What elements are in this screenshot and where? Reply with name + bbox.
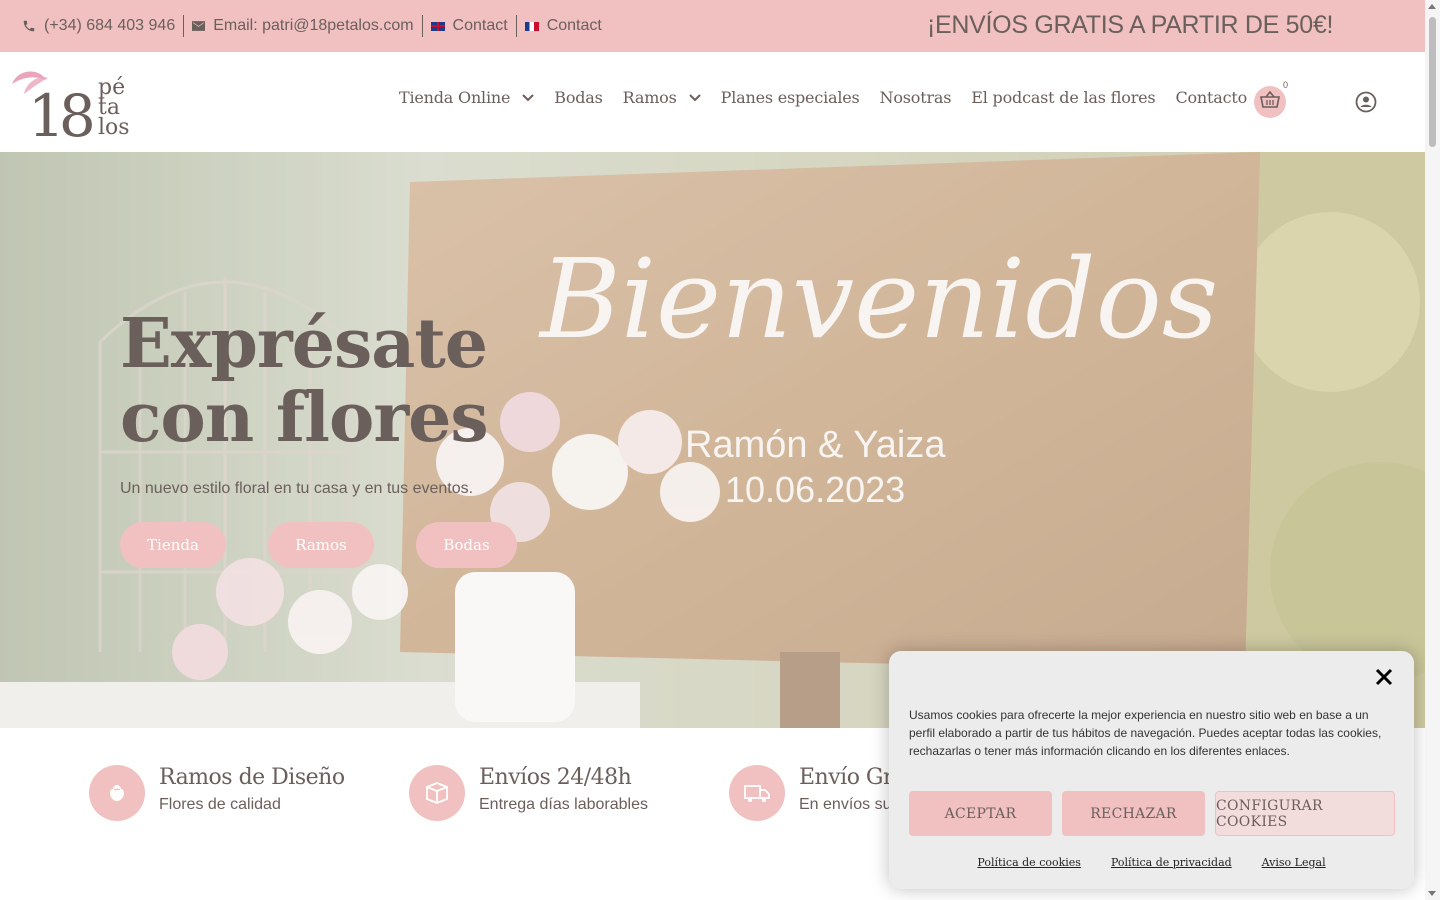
hero-subtitle: Un nuevo estilo floral en tu casa y en t… [120,480,474,497]
cart-count-badge: 0 [1282,80,1288,90]
scrollbar-thumb[interactable] [1429,17,1436,147]
cookie-policy-link[interactable]: Política de cookies [977,856,1081,869]
phone-link[interactable]: (+34) 684 403 946 [0,15,183,37]
flower-icon [89,765,145,821]
basket-icon [1260,90,1280,114]
main-nav: Tienda Online Bodas Ramos Planes especia… [399,88,1267,107]
box-icon [409,765,465,821]
contact-en-text: Contact [452,17,508,34]
contact-en-link[interactable]: Contact [421,15,516,37]
close-icon[interactable] [1374,667,1394,687]
cookie-message: Usamos cookies para ofrecerte la mejor e… [909,708,1382,758]
ramos-button[interactable]: Ramos [268,522,374,568]
scroll-down-arrow-icon[interactable] [1428,891,1436,896]
nav-item-planes-especiales[interactable]: Planes especiales [721,88,860,107]
bodas-button[interactable]: Bodas [416,522,517,568]
feature-subtitle: Flores de calidad [159,796,281,813]
nav-item-podcast[interactable]: El podcast de las flores [971,88,1155,107]
nav-item-tienda-online[interactable]: Tienda Online [399,88,534,107]
top-bar: (+34) 684 403 946 Email: patri@18petalos… [0,0,1425,52]
truck-icon [729,765,785,821]
nav-item-contacto[interactable]: Contacto [1175,88,1247,107]
nav-item-label: El podcast de las flores [971,88,1156,107]
logo-number: 18 [28,82,92,140]
uk-flag-icon [430,21,445,31]
nav-item-label: Tienda Online [399,88,511,107]
legal-notice-link[interactable]: Aviso Legal [1262,856,1326,869]
phone-text: (+34) 684 403 946 [44,17,176,34]
privacy-policy-link[interactable]: Política de privacidad [1111,856,1232,869]
nav-item-label: Contacto [1175,88,1248,107]
feature-title: Envío Gr [799,765,894,790]
email-link[interactable]: Email: patri@18petalos.com [183,15,421,37]
page-scrollbar[interactable] [1425,0,1440,900]
feature-envio-gratis: Envío Gr En envíos su [729,765,894,821]
scroll-up-arrow-icon[interactable] [1428,4,1436,9]
nav-item-bodas[interactable]: Bodas [554,88,603,107]
cookie-consent-banner: Usamos cookies para ofrecerte la mejor e… [889,651,1414,889]
feature-subtitle: Entrega días laborables [479,796,648,813]
nav-item-label: Nosotras [879,88,952,107]
site-header: 18 pé ta los Tienda Online Bodas Ramos P… [0,52,1425,152]
email-text: Email: patri@18petalos.com [213,17,414,34]
cart-button[interactable]: 0 [1254,80,1288,118]
chevron-down-icon[interactable] [688,93,701,102]
feature-subtitle: En envíos su [799,796,892,813]
logo-line-3: los [98,115,130,140]
nav-item-label: Ramos [622,88,677,107]
nav-item-label: Planes especiales [720,88,860,107]
feature-ramos: Ramos de Diseño Flores de calidad [89,765,345,821]
feature-envios: Envíos 24/48h Entrega días laborables [409,765,648,821]
cookie-links: Política de cookies Política de privacid… [889,856,1414,869]
configure-cookies-button[interactable]: CONFIGURAR COOKIES [1215,791,1395,836]
accept-cookies-button[interactable]: ACEPTAR [909,791,1052,836]
envelope-icon [192,21,206,31]
tienda-button[interactable]: Tienda [120,522,226,568]
reject-cookies-button[interactable]: RECHAZAR [1062,791,1205,836]
free-shipping-promo: ¡ENVÍOS GRATIS A PARTIR DE 50€! [927,11,1334,39]
hero-banner: Bienvenidos Ramón & Yaiza 10.06.2023 Exp… [0,152,1425,728]
feature-title: Envíos 24/48h [479,765,632,790]
nav-item-ramos[interactable]: Ramos [623,88,701,107]
site-logo[interactable]: 18 pé ta los [10,64,145,150]
nav-item-nosotras[interactable]: Nosotras [880,88,952,107]
contact-fr-link[interactable]: Contact [515,15,610,37]
hero-title: Exprésate con flores [120,304,489,458]
contact-fr-text: Contact [546,17,602,34]
nav-item-label: Bodas [554,88,603,107]
feature-title: Ramos de Diseño [159,765,345,790]
chevron-down-icon[interactable] [522,93,534,102]
account-icon[interactable] [1355,91,1377,113]
france-flag-icon [524,21,539,31]
phone-icon [22,19,36,33]
